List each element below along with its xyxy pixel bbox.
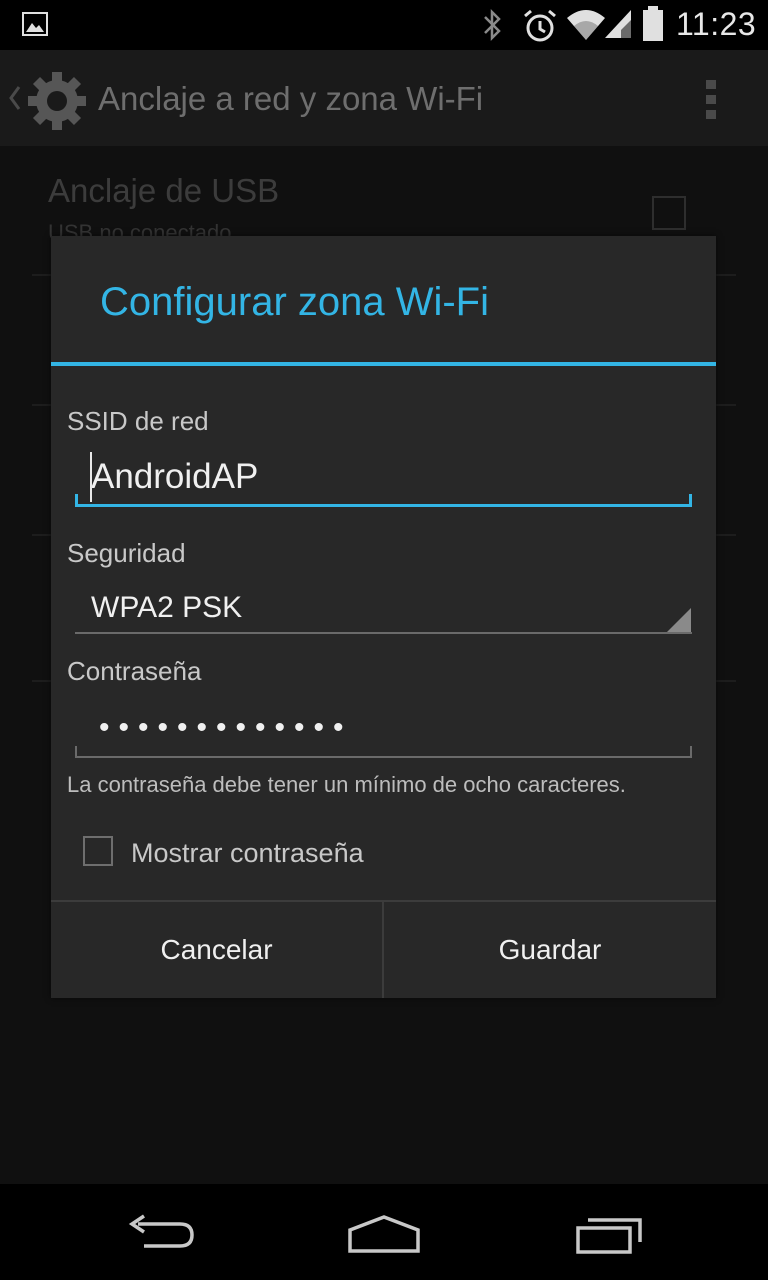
clock: 11:23: [676, 6, 757, 42]
recents-icon[interactable]: [574, 1212, 646, 1256]
cell-signal-icon: [605, 10, 631, 38]
password-hint: La contraseña debe tener un mínimo de oc…: [67, 772, 626, 797]
back-caret-icon[interactable]: [8, 84, 22, 112]
show-password-checkbox[interactable]: [83, 836, 113, 866]
ssid-underline-tick: [689, 494, 692, 506]
password-underline-tick: [690, 746, 692, 758]
title-divider: [51, 362, 716, 366]
navigation-bar: [0, 1184, 768, 1280]
ssid-underline-tick: [75, 494, 78, 506]
password-underline: [75, 756, 692, 758]
dropdown-triangle-icon: [667, 608, 691, 632]
list-item-title: Anclaje de USB: [48, 172, 280, 209]
gallery-icon: [22, 12, 48, 36]
dialog-title: Configurar zona Wi-Fi: [100, 280, 490, 324]
overflow-menu-icon[interactable]: [704, 78, 718, 122]
home-icon[interactable]: [346, 1214, 422, 1254]
show-password-label[interactable]: Mostrar contraseña: [131, 838, 364, 869]
bluetooth-icon: [484, 8, 501, 42]
save-button[interactable]: Guardar: [384, 902, 716, 998]
page-title: Anclaje a red y zona Wi-Fi: [98, 80, 484, 117]
settings-gear-icon[interactable]: [26, 70, 88, 132]
ssid-label: SSID de red: [67, 406, 209, 436]
usb-tether-checkbox: [652, 196, 686, 230]
wifi-hotspot-dialog: Configurar zona Wi-Fi SSID de red Androi…: [51, 236, 716, 998]
cancel-button[interactable]: Cancelar: [51, 902, 382, 998]
spinner-underline: [75, 632, 692, 634]
action-bar: Anclaje a red y zona Wi-Fi: [0, 50, 768, 146]
text-cursor: [90, 452, 92, 502]
back-icon[interactable]: [124, 1214, 196, 1254]
wifi-icon: [567, 10, 605, 40]
alarm-icon: [524, 9, 556, 42]
password-underline-tick: [75, 746, 77, 758]
battery-icon: [643, 6, 663, 41]
status-bar: 11:23: [0, 0, 768, 50]
password-input[interactable]: •••••••••••••: [75, 698, 692, 758]
security-label: Seguridad: [67, 538, 186, 568]
ssid-input[interactable]: AndroidAP: [75, 446, 692, 508]
ssid-underline: [75, 504, 692, 507]
security-spinner[interactable]: WPA2 PSK: [75, 580, 692, 636]
password-label: Contraseña: [67, 656, 202, 686]
